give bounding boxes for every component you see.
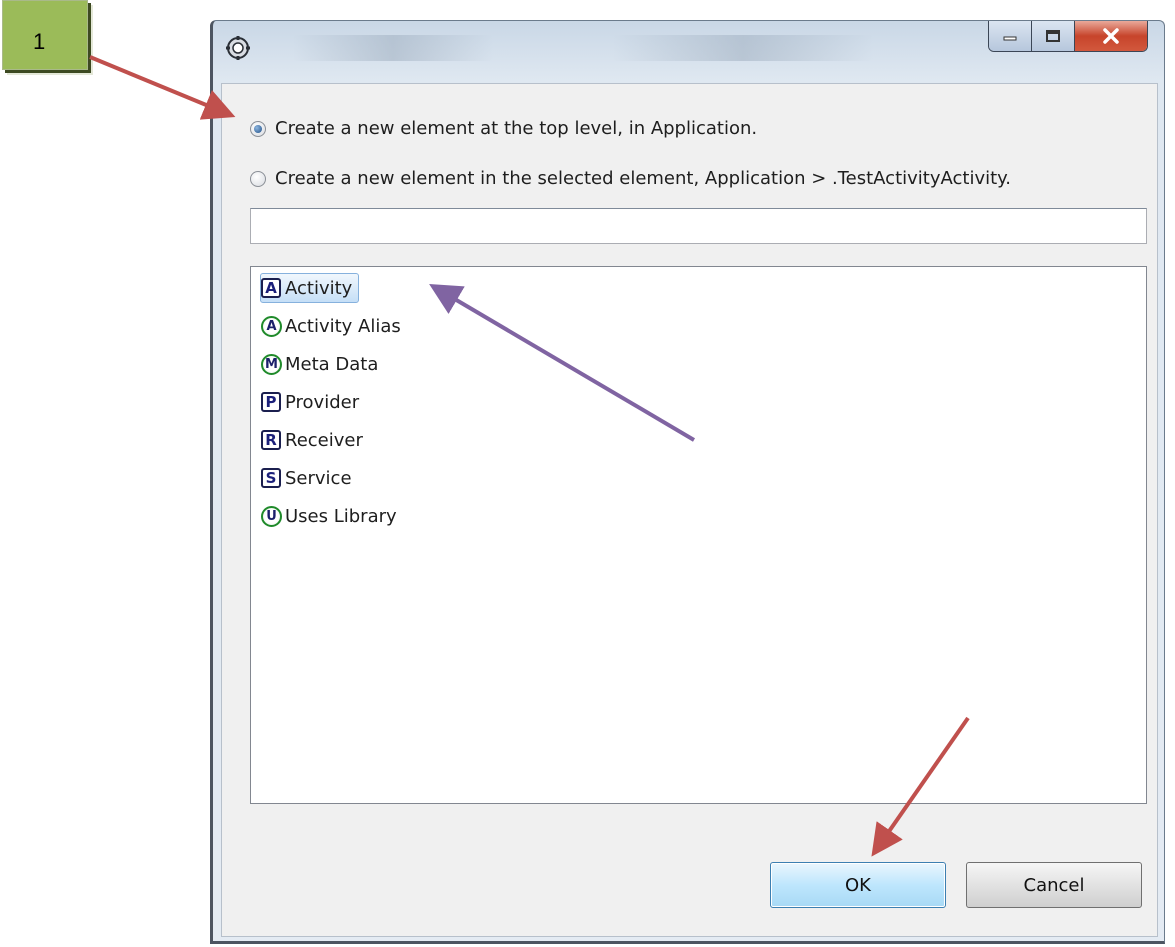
list-item-uses-library[interactable]: U Uses Library <box>261 501 403 531</box>
list-item-receiver[interactable]: R Receiver <box>261 425 369 455</box>
list-item-service[interactable]: S Service <box>261 463 358 493</box>
list-item-label: Provider <box>285 391 360 413</box>
minimize-button[interactable] <box>989 21 1032 51</box>
radio-dot <box>254 124 262 133</box>
radio-button-checked[interactable] <box>250 120 266 137</box>
list-item-label: Uses Library <box>285 505 397 527</box>
title-bar[interactable] <box>213 21 1164 77</box>
close-icon <box>1103 28 1119 44</box>
blurred-title-area-2 <box>613 35 873 61</box>
list-item-activity-alias[interactable]: A Activity Alias <box>261 311 407 341</box>
dialog-content: Create a new element at the top level, i… <box>221 83 1158 937</box>
arrow-step-1 <box>89 55 236 120</box>
radio-selected-element[interactable]: Create a new element in the selected ele… <box>250 168 1011 189</box>
callout-step-1-text: 1 <box>33 29 46 54</box>
callout-step-1: 1 <box>2 0 88 70</box>
create-element-dialog: Create a new element at the top level, i… <box>210 20 1165 944</box>
list-item-label: Meta Data <box>285 353 379 375</box>
maximize-icon <box>1046 30 1060 42</box>
list-item-meta-data[interactable]: M Meta Data <box>261 349 384 379</box>
radio-selected-element-label: Create a new element in the selected ele… <box>275 168 1011 189</box>
provider-icon: P <box>261 392 281 412</box>
radio-button-unchecked[interactable] <box>250 170 266 187</box>
list-item-label: Service <box>285 467 352 489</box>
minimize-icon <box>1003 36 1017 41</box>
list-item-label: Receiver <box>285 429 363 451</box>
list-item-provider[interactable]: P Provider <box>261 387 365 417</box>
list-item-label: Activity Alias <box>285 315 401 337</box>
activity-alias-icon: A <box>261 315 282 337</box>
receiver-icon: R <box>261 430 281 450</box>
close-button[interactable] <box>1075 21 1147 51</box>
gear-icon <box>226 36 250 60</box>
activity-icon: A <box>261 278 281 298</box>
list-item-activity[interactable]: A Activity <box>260 273 360 303</box>
blurred-title-area <box>293 35 493 61</box>
radio-top-level-label: Create a new element at the top level, i… <box>275 118 758 139</box>
uses-library-icon: U <box>261 505 282 527</box>
maximize-button[interactable] <box>1032 21 1075 51</box>
radio-top-level[interactable]: Create a new element at the top level, i… <box>250 118 757 139</box>
cancel-button[interactable]: Cancel <box>966 862 1142 908</box>
filter-input[interactable] <box>250 208 1147 244</box>
element-type-list[interactable]: A Activity A Activity Alias M Meta Data … <box>250 266 1147 804</box>
service-icon: S <box>261 468 281 488</box>
ok-button[interactable]: OK <box>770 862 946 908</box>
window-caption-buttons <box>988 21 1148 52</box>
meta-data-icon: M <box>261 353 282 375</box>
list-item-label: Activity <box>285 277 353 299</box>
